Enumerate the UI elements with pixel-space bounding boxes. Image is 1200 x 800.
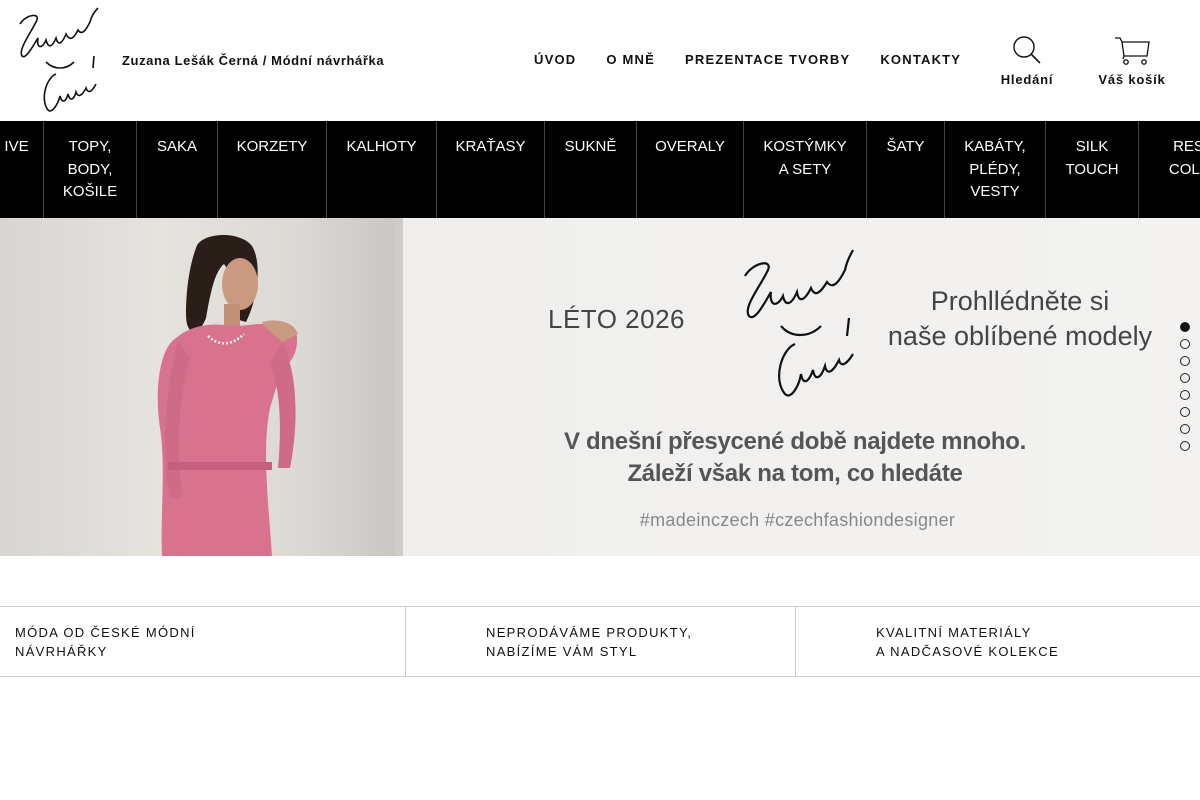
search-button[interactable]: Hledání bbox=[998, 34, 1056, 87]
hero-slider[interactable]: LÉTO 2026 Prohllédněte si naše oblíbené … bbox=[0, 218, 1200, 556]
slider-dot-8[interactable] bbox=[1180, 441, 1190, 451]
category-korzety[interactable]: KORZETY bbox=[217, 121, 326, 218]
category-sukne[interactable]: SUKNĚ bbox=[544, 121, 636, 218]
slider-pagination bbox=[1180, 322, 1192, 458]
hero-quote: V dnešní přesycené době najdete mnoho. Z… bbox=[540, 426, 1050, 490]
category-saty[interactable]: ŠATY bbox=[866, 121, 944, 218]
hero-model-photo bbox=[0, 218, 400, 556]
nav-link-uvod[interactable]: ÚVOD bbox=[534, 52, 576, 67]
category-kostymky-a-sety[interactable]: KOSTÝMKY A SETY bbox=[743, 121, 866, 218]
wall-edge bbox=[395, 218, 403, 556]
hero-hashtags: #madeinczech #czechfashiondesigner bbox=[639, 510, 956, 530]
category-topy-body-kosile[interactable]: TOPY, BODY, KOŠILE bbox=[43, 121, 136, 218]
hero-cta-label: Prohllédněte si naše oblíbené modely bbox=[887, 286, 1153, 351]
usp-style: NEPRODÁVÁME PRODUKTY, NABÍZÍME VÁM STYL bbox=[405, 607, 795, 677]
site-header: Zuzana Lešák Černá / Módní návrhářka ÚVO… bbox=[0, 0, 1200, 121]
hero-signature-logo bbox=[744, 249, 854, 397]
category-overaly[interactable]: OVERALY bbox=[636, 121, 743, 218]
category-resort-collection[interactable]: RES COLL bbox=[1138, 121, 1200, 218]
search-icon bbox=[1013, 36, 1041, 64]
hero-quote-text: V dnešní přesycené době najdete mnoho. Z… bbox=[563, 428, 1027, 487]
slider-dot-7[interactable] bbox=[1180, 424, 1190, 434]
slider-dot-1[interactable] bbox=[1180, 322, 1190, 332]
site-tagline: Zuzana Lešák Černá / Módní návrhářka bbox=[122, 53, 385, 68]
category-kratasy[interactable]: KRAŤASY bbox=[436, 121, 544, 218]
slider-dot-4[interactable] bbox=[1180, 373, 1190, 383]
category-bar: IVE TOPY, BODY, KOŠILE SAKA KORZETY KALH… bbox=[0, 121, 1200, 218]
category-kabaty-pledy-vesty[interactable]: KABÁTY, PLÉDY, VESTY bbox=[944, 121, 1045, 218]
usp-quality-materials: KVALITNÍ MATERIÁLY A NADČASOVÉ KOLEKCE bbox=[795, 607, 1200, 677]
season-label: LÉTO 2026 bbox=[548, 304, 686, 334]
signature-logo[interactable] bbox=[12, 4, 102, 116]
category-exclusive[interactable]: IVE bbox=[0, 121, 43, 218]
cart-button[interactable]: Váš košík bbox=[1094, 34, 1170, 87]
search-label: Hledání bbox=[1000, 72, 1054, 87]
usp-czech-designer: MÓDA OD ČESKÉ MÓDNÍ NÁVRHÁŘKY bbox=[15, 625, 196, 659]
category-saka[interactable]: SAKA bbox=[136, 121, 217, 218]
slider-dot-2[interactable] bbox=[1180, 339, 1190, 349]
category-kalhoty[interactable]: KALHOTY bbox=[326, 121, 436, 218]
slider-dot-3[interactable] bbox=[1180, 356, 1190, 366]
cart-label: Váš košík bbox=[1098, 72, 1166, 87]
nav-link-o-mne[interactable]: O MNĚ bbox=[606, 52, 655, 67]
nav-link-prezentace-tvorby[interactable]: PREZENTACE TVORBY bbox=[685, 52, 850, 67]
slider-dot-5[interactable] bbox=[1180, 390, 1190, 400]
nav-link-kontakty[interactable]: KONTAKTY bbox=[880, 52, 961, 67]
shopping-cart-icon bbox=[1115, 37, 1150, 65]
category-silk-touch[interactable]: SILK TOUCH bbox=[1045, 121, 1138, 218]
main-nav: ÚVOD O MNĚ PREZENTACE TVORBY KONTAKTY bbox=[534, 52, 961, 67]
model-illustration bbox=[157, 234, 298, 556]
usp-strip: MÓDA OD ČESKÉ MÓDNÍ NÁVRHÁŘKY NEPRODÁVÁM… bbox=[0, 606, 1200, 677]
slider-dot-6[interactable] bbox=[1180, 407, 1190, 417]
hero-cta-text: Prohllédněte si naše oblíbené modely bbox=[880, 284, 1160, 354]
